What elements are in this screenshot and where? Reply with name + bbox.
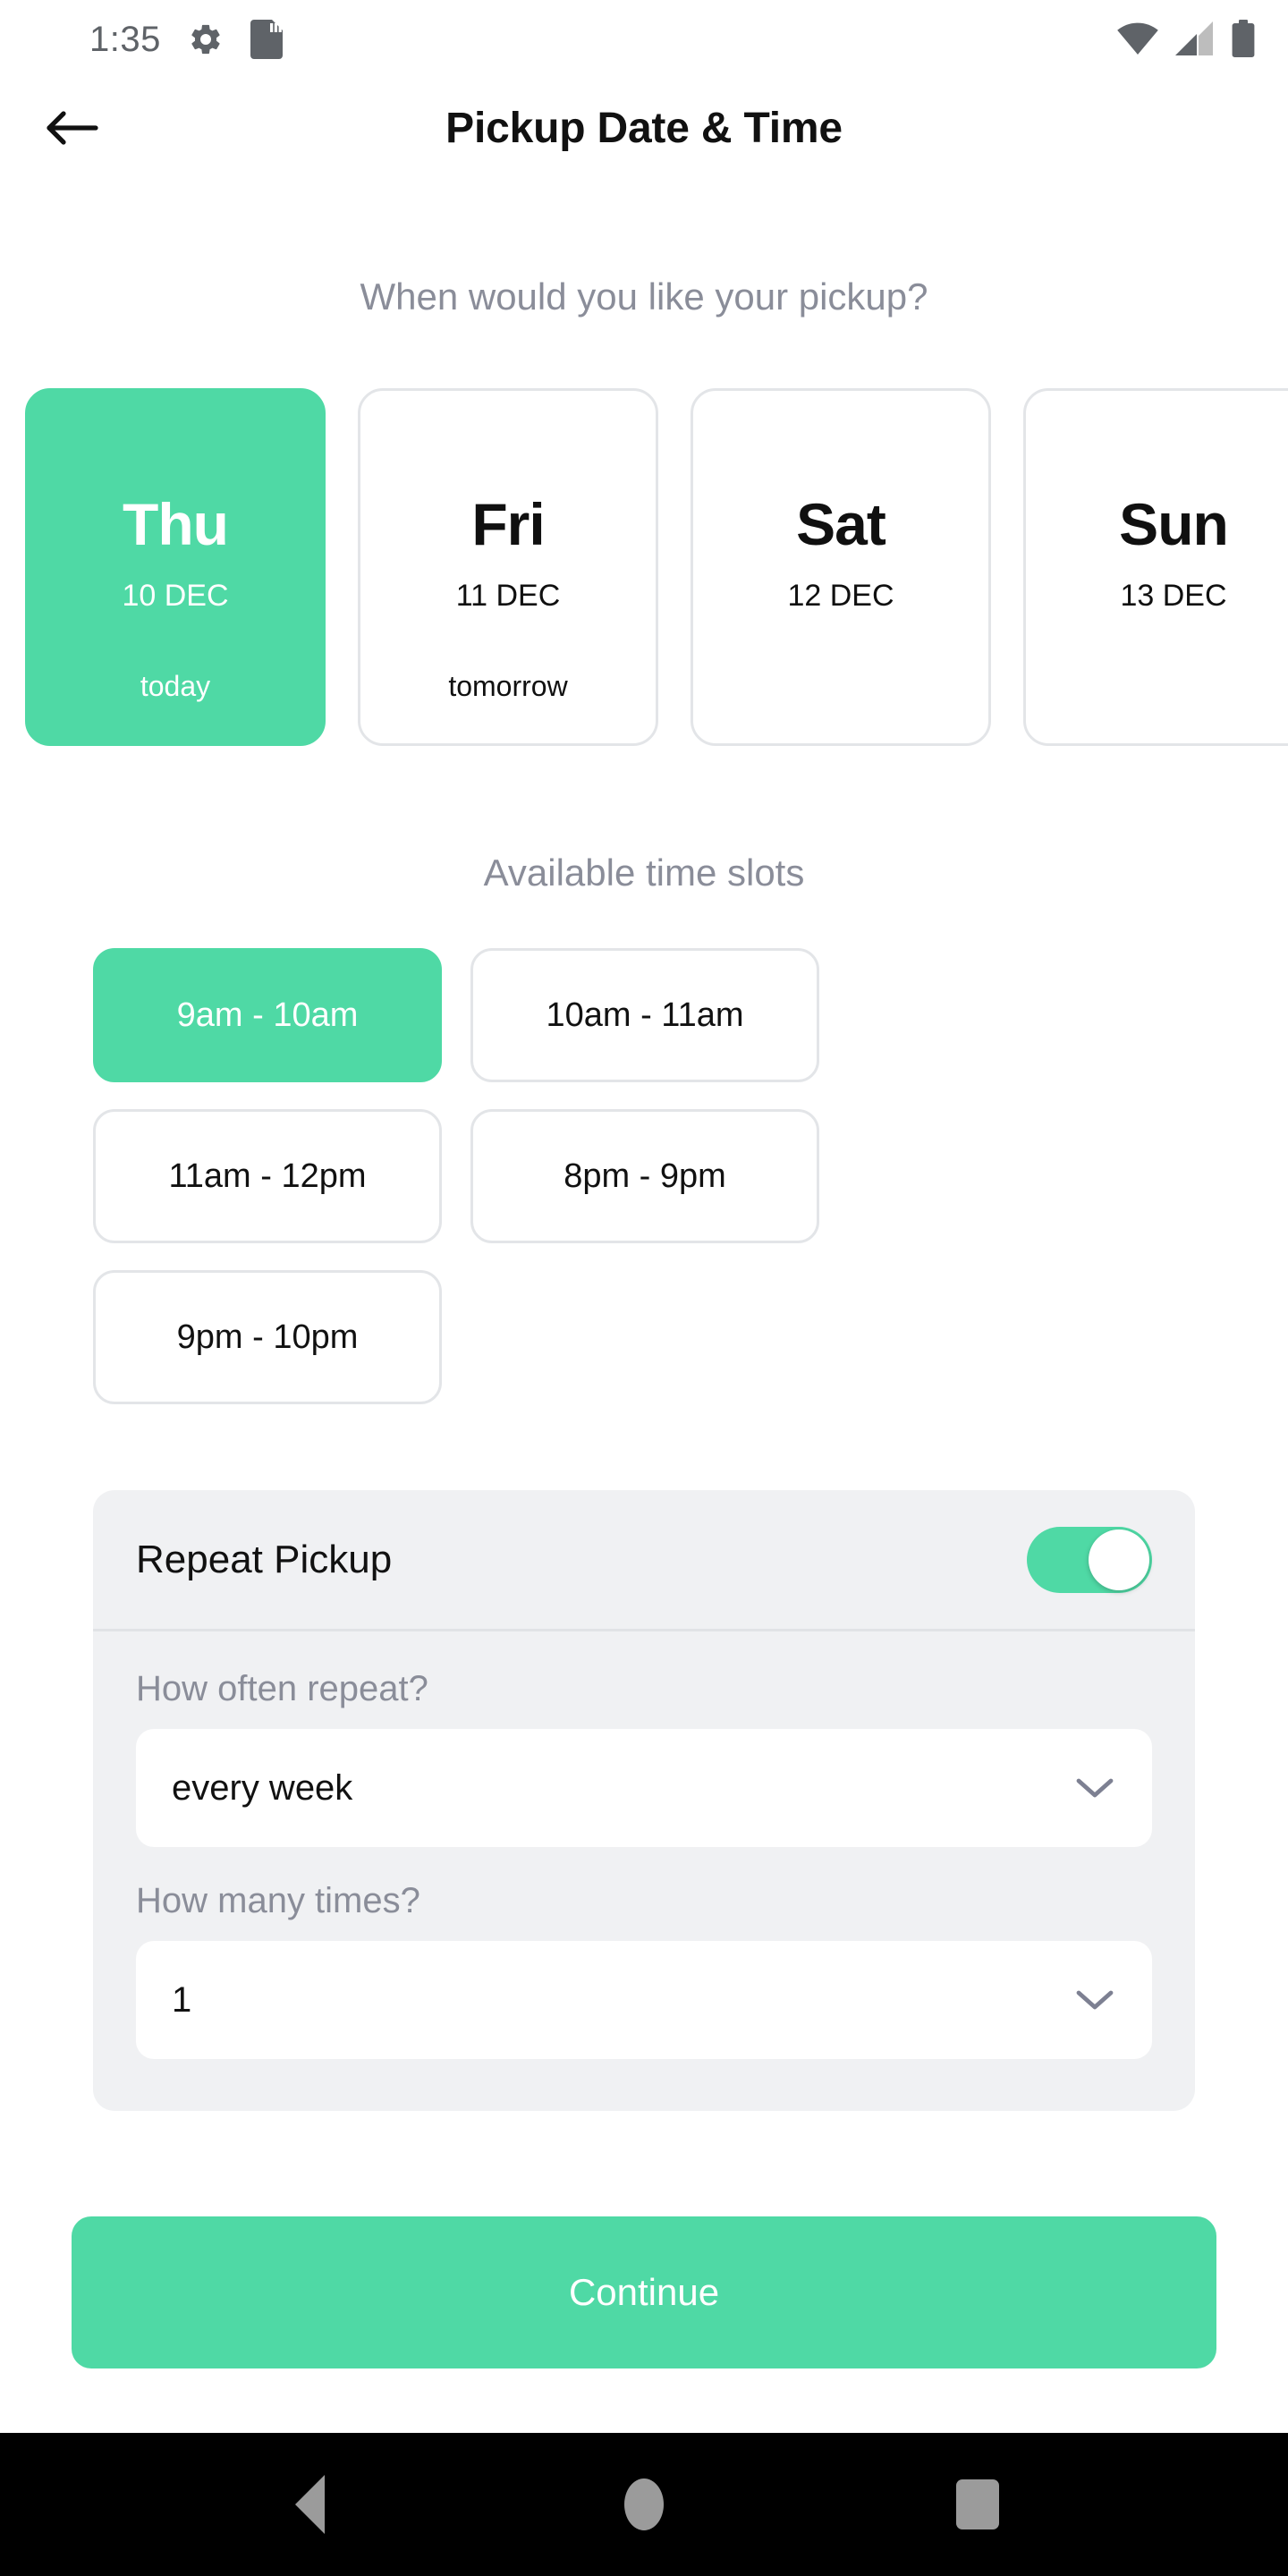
nav-back-triangle	[295, 2475, 326, 2534]
date-card-thu[interactable]: Thu 10 DEC today	[25, 388, 326, 746]
time-slot-chip[interactable]: 8pm - 9pm	[470, 1109, 819, 1243]
nav-back-icon[interactable]	[257, 2451, 364, 2558]
wifi-icon	[1116, 21, 1159, 57]
date-card-sat[interactable]: Sat 12 DEC	[691, 388, 991, 746]
date-card-dow: Sun	[1119, 491, 1229, 557]
date-card-dow: Fri	[471, 491, 545, 557]
date-card-fri[interactable]: Fri 11 DEC tomorrow	[358, 388, 658, 746]
frequency-select[interactable]: every week	[136, 1729, 1152, 1847]
repeat-pickup-toggle[interactable]	[1027, 1526, 1152, 1593]
continue-button[interactable]: Continue	[72, 2216, 1216, 2368]
date-card-dow: Sat	[796, 491, 886, 557]
repeat-pickup-body: How often repeat? every week How many ti…	[93, 1631, 1195, 2111]
date-card-dow: Thu	[123, 491, 229, 557]
status-clock: 1:35	[89, 20, 161, 59]
time-slot-chip[interactable]: 11am - 12pm	[93, 1109, 442, 1243]
repeat-pickup-label: Repeat Pickup	[136, 1537, 393, 1581]
android-nav-bar	[0, 2433, 1288, 2576]
chevron-down-icon	[1073, 1774, 1116, 1802]
nav-recents-icon[interactable]	[924, 2451, 1031, 2558]
cellular-signal-icon	[1175, 21, 1215, 57]
back-button[interactable]	[36, 92, 107, 164]
page-title: Pickup Date & Time	[445, 104, 843, 152]
nav-home-icon[interactable]	[590, 2451, 698, 2558]
time-slot-chip[interactable]: 9pm - 10pm	[93, 1270, 442, 1404]
app-bar: Pickup Date & Time	[0, 79, 1288, 177]
status-bar: 1:35	[0, 0, 1288, 79]
count-value: 1	[172, 1979, 192, 2020]
date-card-date: 12 DEC	[787, 579, 894, 613]
date-card-date: 13 DEC	[1120, 579, 1227, 613]
date-card-relative: tomorrow	[448, 670, 568, 702]
repeat-pickup-panel: Repeat Pickup How often repeat? every we…	[93, 1490, 1195, 2111]
battery-icon	[1231, 20, 1256, 59]
time-slot-list: 9am - 10am 10am - 11am 11am - 12pm 8pm -…	[0, 948, 1288, 1404]
settings-gear-icon	[188, 21, 224, 57]
available-slots-title: Available time slots	[483, 852, 805, 894]
status-bar-left: 1:35	[89, 20, 283, 59]
count-select[interactable]: 1	[136, 1941, 1152, 2059]
time-slot-chip[interactable]: 10am - 11am	[470, 948, 819, 1082]
nav-home-circle	[623, 2479, 664, 2530]
phone-screen: 1:35 Pickup Date & Time When would you l…	[0, 0, 1288, 2576]
toggle-knob	[1089, 1529, 1149, 1590]
date-card-relative: today	[140, 670, 211, 702]
date-card-date: 11 DEC	[455, 579, 561, 613]
date-card-sun[interactable]: Sun 13 DEC	[1023, 388, 1288, 746]
count-label: How many times?	[136, 1881, 420, 1920]
status-bar-right	[1116, 20, 1256, 59]
date-picker-row[interactable]: Thu 10 DEC today Fri 11 DEC tomorrow Sat…	[0, 388, 1288, 746]
frequency-value: every week	[172, 1767, 353, 1808]
pickup-question: When would you like your pickup?	[360, 275, 928, 318]
chevron-down-icon	[1073, 1986, 1116, 2014]
frequency-label: How often repeat?	[136, 1669, 428, 1708]
back-arrow-icon	[44, 106, 99, 149]
main-content: When would you like your pickup? Thu 10 …	[0, 177, 1288, 2433]
repeat-pickup-header: Repeat Pickup	[93, 1490, 1195, 1631]
continue-button-container: Continue	[0, 2216, 1288, 2433]
time-slot-chip[interactable]: 9am - 10am	[93, 948, 442, 1082]
date-card-date: 10 DEC	[122, 579, 229, 613]
sd-card-icon	[250, 20, 283, 59]
nav-recents-square	[956, 2479, 1000, 2529]
